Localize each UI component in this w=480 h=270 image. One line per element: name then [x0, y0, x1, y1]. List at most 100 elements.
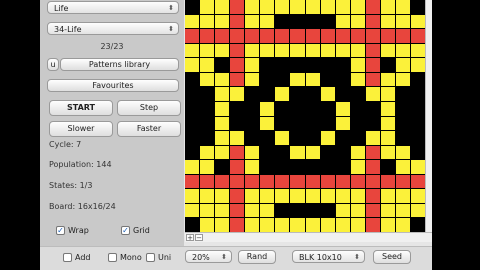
board-cell[interactable] [410, 29, 425, 43]
board-cell[interactable] [245, 131, 260, 145]
u-button[interactable]: u [47, 58, 59, 71]
board-cell[interactable] [215, 43, 230, 58]
board-cell[interactable] [305, 58, 320, 72]
board-cell[interactable] [290, 160, 305, 174]
board-cell[interactable] [395, 218, 410, 232]
board-cell[interactable] [410, 14, 425, 29]
board-cell[interactable] [365, 14, 380, 29]
board-cell[interactable] [260, 72, 275, 87]
board-cell[interactable] [200, 43, 215, 58]
board-cell[interactable] [290, 174, 305, 189]
board-cell[interactable] [410, 87, 425, 101]
board-cell[interactable] [350, 218, 365, 232]
board-cell[interactable] [215, 72, 230, 87]
board-cell[interactable] [260, 101, 275, 116]
board-cell[interactable] [335, 101, 350, 116]
board-cell[interactable] [350, 174, 365, 189]
board-cell[interactable] [410, 101, 425, 116]
board-cell[interactable] [200, 131, 215, 145]
board-cell[interactable] [290, 101, 305, 116]
board-cell[interactable] [305, 145, 320, 160]
patterns-library-button[interactable]: Patterns library [60, 58, 179, 71]
board-cell[interactable] [290, 203, 305, 218]
board-cell[interactable] [395, 14, 410, 29]
board-cell[interactable] [215, 189, 230, 203]
board-cell[interactable] [305, 160, 320, 174]
board-cell[interactable] [380, 145, 395, 160]
board-cell[interactable] [185, 189, 200, 203]
board-cell[interactable] [185, 101, 200, 116]
board-cell[interactable] [260, 87, 275, 101]
board-cell[interactable] [185, 145, 200, 160]
board-cell[interactable] [275, 72, 290, 87]
board-cell[interactable] [215, 0, 230, 14]
board-cell[interactable] [365, 131, 380, 145]
board-cell[interactable] [185, 174, 200, 189]
board-cell[interactable] [230, 87, 245, 101]
board-cell[interactable] [380, 87, 395, 101]
board-cell[interactable] [185, 29, 200, 43]
board-cell[interactable] [290, 58, 305, 72]
board-cell[interactable] [215, 131, 230, 145]
board-cell[interactable] [260, 116, 275, 131]
board-cell[interactable] [380, 0, 395, 14]
board-cell[interactable] [185, 58, 200, 72]
board-cell[interactable] [380, 131, 395, 145]
board-cell[interactable] [320, 131, 335, 145]
board-cell[interactable] [350, 160, 365, 174]
vertical-scrollbar[interactable] [425, 0, 432, 232]
board-cell[interactable] [215, 87, 230, 101]
board-cell[interactable] [215, 203, 230, 218]
board-cell[interactable] [395, 145, 410, 160]
board-cell[interactable] [230, 189, 245, 203]
board-cell[interactable] [260, 174, 275, 189]
board-cell[interactable] [380, 203, 395, 218]
uni-checkbox[interactable] [146, 253, 155, 262]
board-cell[interactable] [410, 203, 425, 218]
board-cell[interactable] [275, 87, 290, 101]
board-cell[interactable] [245, 203, 260, 218]
board-cell[interactable] [260, 29, 275, 43]
board-cell[interactable] [260, 0, 275, 14]
slower-button[interactable]: Slower [49, 121, 113, 137]
board-cell[interactable] [365, 116, 380, 131]
board-cell[interactable] [350, 43, 365, 58]
board-cell[interactable] [395, 0, 410, 14]
board-cell[interactable] [275, 14, 290, 29]
board-cell[interactable] [395, 189, 410, 203]
board-cell[interactable] [245, 145, 260, 160]
board-cell[interactable] [290, 87, 305, 101]
board-cell[interactable] [245, 0, 260, 14]
board-cell[interactable] [290, 189, 305, 203]
mono-checkbox[interactable] [108, 253, 117, 262]
board-cell[interactable] [275, 203, 290, 218]
board-cell[interactable] [230, 116, 245, 131]
board-cell[interactable] [335, 0, 350, 14]
board-cell[interactable] [320, 0, 335, 14]
board-cell[interactable] [395, 203, 410, 218]
board-cell[interactable] [305, 203, 320, 218]
board-cell[interactable] [365, 218, 380, 232]
board-cell[interactable] [335, 174, 350, 189]
board-cell[interactable] [395, 160, 410, 174]
board-cell[interactable] [365, 29, 380, 43]
board-cell[interactable] [230, 72, 245, 87]
board-cell[interactable] [410, 116, 425, 131]
board-cell[interactable] [215, 116, 230, 131]
board-cell[interactable] [230, 58, 245, 72]
start-button[interactable]: START [49, 100, 113, 116]
step-button[interactable]: Step [117, 100, 181, 116]
board-cell[interactable] [395, 116, 410, 131]
board-cell[interactable] [320, 58, 335, 72]
board-cell[interactable] [410, 189, 425, 203]
board-cell[interactable] [275, 116, 290, 131]
board-cell[interactable] [275, 43, 290, 58]
board-cell[interactable] [185, 43, 200, 58]
board-cell[interactable] [320, 160, 335, 174]
board-cell[interactable] [290, 29, 305, 43]
board-cell[interactable] [260, 145, 275, 160]
board-cell[interactable] [200, 58, 215, 72]
board-cell[interactable] [305, 72, 320, 87]
board-cell[interactable] [260, 14, 275, 29]
board-cell[interactable] [275, 160, 290, 174]
